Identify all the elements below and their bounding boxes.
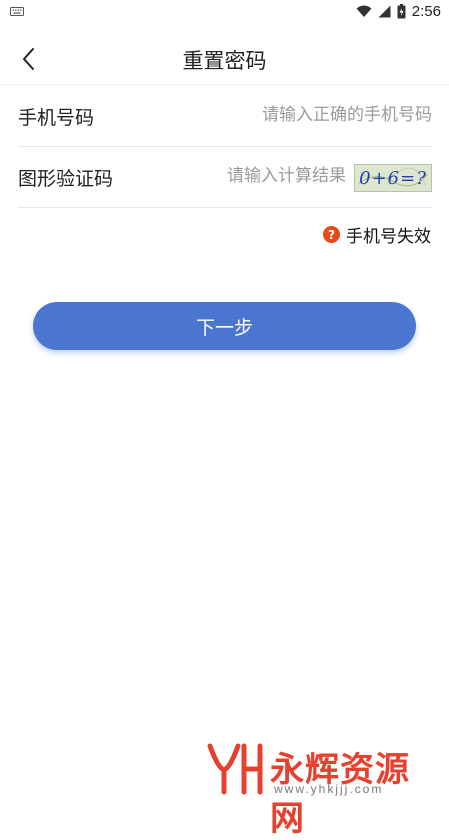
phone-invalid-label: 手机号失效 [346,227,431,247]
watermark-url: www.yhkjjj.com [274,782,384,796]
captcha-text: 0+6=? [359,167,427,189]
status-icons: 2:56 [356,3,441,20]
watermark: 永辉资源网 www.yhkjjj.com [204,740,444,839]
keyboard-icon [10,7,24,16]
captcha-label: 图形验证码 [18,168,114,190]
captcha-input[interactable] [118,161,346,191]
captcha-image[interactable]: 0+6=? [354,164,432,192]
question-circle-icon: ? [323,226,340,243]
signal-icon [378,5,391,18]
watermark-logo [207,743,263,795]
battery-icon [397,4,406,19]
captcha-row: 图形验证码 0+6=? [18,147,432,208]
next-button[interactable]: 下一步 [33,302,416,350]
status-time: 2:56 [411,3,441,20]
phone-row: 手机号码 [18,86,432,147]
page-title: 重置密码 [182,49,267,73]
phone-input[interactable] [172,100,432,130]
status-bar: 2:56 [0,0,449,24]
phone-invalid-link[interactable]: ? 手机号失效 [323,222,431,247]
phone-label: 手机号码 [18,107,95,129]
header: 重置密码 [0,34,449,85]
wifi-icon [356,5,372,17]
